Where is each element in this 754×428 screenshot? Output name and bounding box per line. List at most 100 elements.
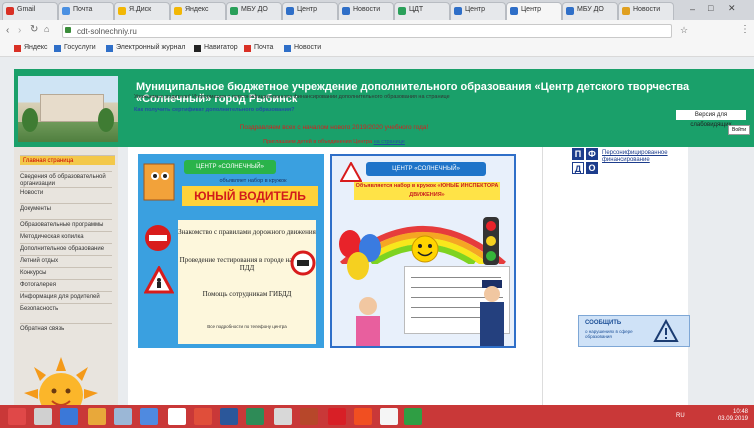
browser-tab[interactable]: Центр — [450, 2, 506, 20]
low-vision-button[interactable]: Версия для слабовидящих — [676, 110, 746, 128]
invite-link[interactable]: на странице — [374, 139, 405, 145]
bookmark-item[interactable]: Новости — [284, 44, 321, 52]
app-icon[interactable] — [404, 408, 422, 425]
sidebar-item[interactable]: Новости — [20, 187, 112, 197]
child-figure — [356, 297, 380, 346]
close-icon[interactable]: ✕ — [728, 3, 736, 14]
browser-tab-label: Я.Диск — [129, 6, 152, 13]
login-button[interactable]: Войти — [728, 125, 750, 135]
pedestrian-sign-icon — [340, 162, 362, 182]
address-bar-area: ‹ › ↻ ⌂ cdt-solnechniy.ru ☆ ⋮ — [0, 20, 754, 43]
browser-tab[interactable]: Я.Диск — [114, 2, 170, 20]
menu-icon[interactable]: ⋮ — [740, 24, 750, 35]
site-title-line1: Муниципальное бюджетное учреждение допол… — [136, 81, 690, 93]
browser-tab[interactable]: МБУ ДО — [226, 2, 282, 20]
children-crossing-sign-icon — [144, 266, 174, 294]
bookmark-label: Госуслуги — [64, 44, 96, 51]
file-explorer-icon[interactable] — [34, 408, 52, 425]
bookmark-label: Почта — [254, 44, 274, 51]
bookmark-item[interactable]: Электронный журнал — [106, 44, 186, 52]
home-icon[interactable]: ⌂ — [44, 24, 49, 34]
sidebar-item[interactable]: Конкурсы — [20, 267, 112, 277]
pfdo-badge-p: П — [572, 148, 584, 160]
word-icon[interactable] — [220, 408, 238, 425]
pdf-icon[interactable] — [328, 408, 346, 425]
browser-tab[interactable]: Почта — [58, 2, 114, 20]
notice-pfdo-text: Уважаемые родители! Информация о персони… — [134, 94, 450, 100]
invite-text-body: Приглашаем детей в объединения Центра — [263, 139, 373, 145]
app-icon[interactable] — [114, 408, 132, 425]
browser-tab[interactable]: Яндекс — [170, 2, 226, 20]
bookmark-label: Электронный журнал — [116, 44, 186, 51]
app-icon[interactable] — [354, 408, 372, 425]
bookmark-item[interactable]: Яндекс — [14, 44, 48, 52]
back-icon[interactable]: ‹ — [6, 25, 9, 36]
browser-tab[interactable]: МБУ ДО — [562, 2, 618, 20]
browser-tab[interactable]: Центр — [282, 2, 338, 20]
bookmark-icon — [194, 45, 201, 52]
browser-tab[interactable]: Новости — [618, 2, 674, 20]
forward-icon[interactable]: › — [18, 25, 21, 36]
page-margin — [688, 147, 754, 405]
paint-icon[interactable] — [168, 408, 186, 425]
chrome-icon[interactable] — [380, 408, 398, 425]
bookmark-icon — [284, 45, 291, 52]
browser-tab[interactable]: Новости — [338, 2, 394, 20]
browser-tab-label: Gmail — [17, 6, 36, 13]
text-line — [411, 307, 481, 308]
browser-tab[interactable]: Gmail — [2, 2, 58, 20]
bookmark-item[interactable]: Почта — [244, 44, 274, 52]
reload-icon[interactable]: ↻ — [30, 24, 38, 35]
browser-tab-bar: Gmail Почта Я.Диск Яндекс МБУ ДО Центр Новости… — [0, 0, 754, 20]
poster1-small: Все подробности по телефону центра — [207, 324, 287, 329]
browser-tab[interactable]: ЦДТ — [394, 2, 450, 20]
browser-tab-label: Центр — [297, 6, 318, 13]
bookmarks-bar: Яндекс Госуслуги Электронный журнал Навигат… — [0, 42, 754, 57]
bookmark-item[interactable]: Госуслуги — [54, 44, 96, 52]
star-icon[interactable]: ☆ — [680, 25, 688, 36]
sidebar-item[interactable]: Дополнительное образование — [20, 243, 112, 253]
bookmark-item[interactable]: Навигатор — [194, 44, 238, 52]
traffic-light-icon — [483, 217, 499, 265]
app-icon[interactable] — [194, 408, 212, 425]
tree-shape — [98, 108, 114, 132]
favicon-icon — [230, 7, 238, 15]
windows-taskbar: RU 10:48 03.09.2019 — [0, 405, 754, 428]
poster-young-driver[interactable]: ЦЕНТР «СОЛНЕЧНЫЙ» объявляет набор в круж… — [138, 154, 324, 348]
browser-tab-label: МБУ ДО — [577, 6, 604, 13]
favicon-icon — [398, 7, 406, 15]
url-input[interactable]: cdt-solnechniy.ru — [62, 24, 672, 38]
sidebar-item[interactable]: Сведения об образовательной организации — [20, 171, 112, 188]
building-photo — [18, 76, 118, 142]
maximize-icon[interactable]: □ — [708, 3, 713, 13]
report-violation-banner[interactable]: СООБЩИТЬ о нарушениях в сфере образовани… — [578, 315, 690, 347]
sidebar-item[interactable]: Главная страница — [20, 155, 115, 165]
bookmark-icon — [54, 45, 61, 52]
browser-tab[interactable]: Центр — [506, 2, 562, 20]
start-button[interactable] — [8, 408, 26, 425]
folder-icon[interactable] — [88, 408, 106, 425]
app-icon[interactable] — [246, 408, 264, 425]
powerpoint-icon[interactable] — [300, 408, 318, 425]
certificate-link[interactable]: Как получить сертификат дополнительного … — [134, 107, 534, 114]
app-icon[interactable] — [274, 408, 292, 425]
poster2-title: Объявляется набор в кружок «ЮНЫЕ ИНСПЕКТ… — [354, 182, 500, 200]
ie-icon[interactable] — [60, 408, 78, 425]
tree-shape — [22, 108, 38, 132]
sidebar-item[interactable]: Методическая копилка — [20, 231, 112, 241]
sidebar-item[interactable]: Образовательные программы — [20, 219, 112, 229]
poster-traffic-inspectors[interactable]: ЦЕНТР «СОЛНЕЧНЫЙ» Объявляется набор в кр… — [330, 154, 516, 348]
system-clock[interactable]: 10:48 03.09.2019 — [718, 409, 748, 423]
sidebar-item[interactable]: Обратная связь — [20, 323, 112, 333]
language-indicator[interactable]: RU — [676, 413, 685, 419]
sidebar-item[interactable]: Безопасность — [20, 303, 112, 313]
minimize-icon[interactable]: – — [690, 4, 695, 14]
sidebar-item[interactable]: Документы — [20, 203, 112, 213]
pfdo-badge-d: Д — [572, 162, 584, 174]
sidebar-item[interactable]: Летний отдых — [20, 255, 112, 265]
bookmark-icon — [14, 45, 21, 52]
sidebar-item[interactable]: Фотогалерея — [20, 279, 112, 289]
app-icon[interactable] — [140, 408, 158, 425]
smiley-icon — [411, 235, 439, 263]
sidebar-item[interactable]: Информация для родителей — [20, 291, 112, 301]
